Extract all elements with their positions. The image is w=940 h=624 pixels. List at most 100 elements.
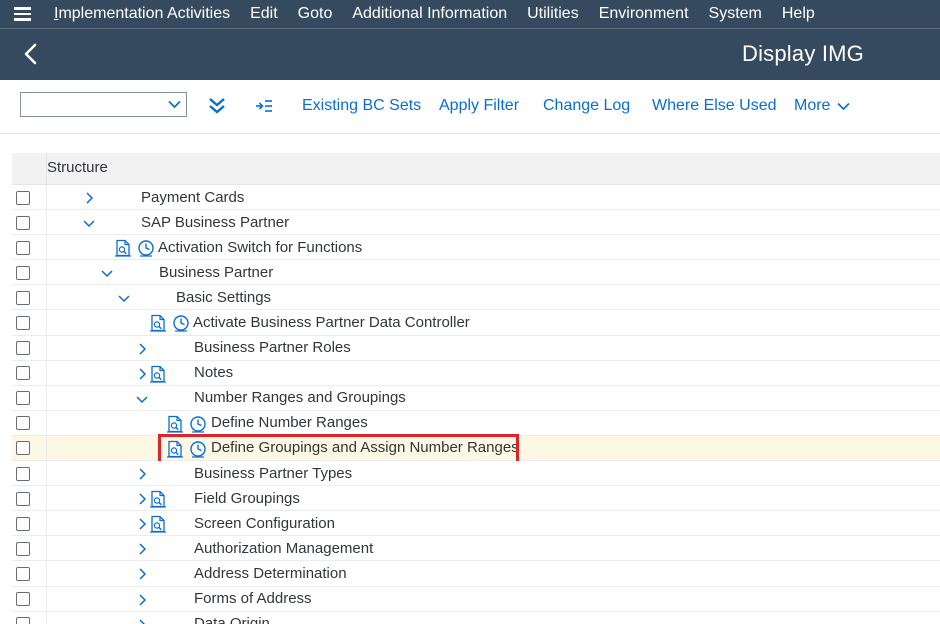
chevron-right-icon[interactable] bbox=[135, 367, 149, 381]
chevron-right-icon[interactable] bbox=[135, 492, 149, 506]
table-row[interactable]: Number Ranges and Groupings bbox=[12, 385, 940, 411]
table-row[interactable]: Data Origin bbox=[12, 611, 940, 624]
tree-node-label: Business Partner bbox=[159, 263, 274, 281]
tree-node[interactable]: Forms of Address bbox=[194, 587, 312, 611]
tree-node[interactable]: Activate Business Partner Data Controlle… bbox=[193, 310, 470, 334]
table-row[interactable]: SAP Business Partner bbox=[12, 210, 940, 236]
row-select-checkbox[interactable] bbox=[16, 541, 30, 556]
row-select-checkbox[interactable] bbox=[16, 315, 30, 330]
tree-node[interactable]: Data Origin bbox=[194, 612, 270, 624]
row-select-checkbox[interactable] bbox=[16, 366, 30, 381]
menu-environment[interactable]: Environment bbox=[589, 0, 699, 28]
menu-goto[interactable]: Goto bbox=[288, 0, 343, 28]
row-select-checkbox[interactable] bbox=[16, 566, 30, 581]
table-row[interactable]: Authorization Management bbox=[12, 536, 940, 562]
table-row[interactable]: Screen Configuration bbox=[12, 511, 940, 537]
table-row[interactable]: Field Groupings bbox=[12, 486, 940, 512]
chevron-down-icon[interactable] bbox=[135, 392, 149, 406]
tree-node[interactable]: Business Partner Types bbox=[194, 461, 352, 485]
documentation-icon[interactable] bbox=[149, 515, 167, 533]
execute-clock-icon[interactable] bbox=[172, 314, 190, 333]
menu-additional-information[interactable]: Additional Information bbox=[342, 0, 517, 28]
chevron-right-icon[interactable] bbox=[135, 618, 149, 624]
expand-all-icon[interactable] bbox=[208, 96, 226, 114]
documentation-icon[interactable] bbox=[149, 365, 167, 383]
tree-node[interactable]: Define Number Ranges bbox=[211, 411, 368, 435]
chevron-right-icon[interactable] bbox=[135, 542, 149, 556]
execute-clock-icon[interactable] bbox=[137, 239, 155, 257]
highlight-box bbox=[158, 433, 519, 464]
back-arrow-icon[interactable] bbox=[18, 41, 44, 67]
where-else-used-button[interactable]: Where Else Used bbox=[652, 97, 777, 115]
tree-node[interactable]: Business Partner bbox=[159, 260, 273, 284]
tree-node[interactable]: Authorization Management bbox=[194, 536, 373, 560]
table-row[interactable]: Notes bbox=[12, 360, 940, 386]
menu-help[interactable]: Help bbox=[772, 0, 825, 28]
table-row[interactable]: Business Partner bbox=[12, 260, 940, 286]
change-log-button[interactable]: Change Log bbox=[543, 97, 630, 115]
table-row[interactable]: Basic Settings bbox=[12, 285, 940, 311]
row-select-checkbox[interactable] bbox=[16, 516, 30, 531]
chevron-down-icon[interactable] bbox=[82, 216, 96, 230]
column-divider bbox=[46, 435, 47, 461]
tree-node[interactable]: Activation Switch for Functions bbox=[158, 235, 362, 259]
row-select-checkbox[interactable] bbox=[16, 341, 30, 356]
row-select-checkbox[interactable] bbox=[16, 617, 30, 624]
row-select-checkbox[interactable] bbox=[16, 190, 30, 205]
existing-bc-sets-button[interactable]: Existing BC Sets bbox=[302, 97, 421, 115]
row-select-checkbox[interactable] bbox=[16, 592, 30, 606]
menu-edit[interactable]: Edit bbox=[240, 0, 288, 28]
table-row[interactable]: Address Determination bbox=[12, 561, 940, 587]
row-select-checkbox[interactable] bbox=[16, 391, 30, 406]
documentation-icon[interactable] bbox=[149, 314, 167, 333]
chevron-right-icon[interactable] bbox=[135, 342, 149, 356]
chevron-down-icon[interactable] bbox=[117, 291, 131, 305]
row-select-checkbox[interactable] bbox=[16, 491, 30, 506]
table-row[interactable]: Activate Business Partner Data Controlle… bbox=[12, 310, 940, 336]
chevron-right-icon[interactable] bbox=[135, 467, 149, 481]
row-select-checkbox[interactable] bbox=[16, 441, 30, 456]
chevron-right-icon[interactable] bbox=[135, 567, 149, 581]
tree-node[interactable]: Business Partner Roles bbox=[194, 336, 351, 360]
apply-filter-button[interactable]: Apply Filter bbox=[439, 97, 519, 115]
row-select-checkbox[interactable] bbox=[16, 265, 30, 280]
row-select-checkbox[interactable] bbox=[16, 416, 30, 431]
menu-implementation-activities[interactable]: Implementation Activities bbox=[44, 0, 240, 28]
tree-node[interactable]: SAP Business Partner bbox=[141, 210, 289, 234]
column-header-structure[interactable]: Structure bbox=[46, 153, 108, 185]
documentation-icon[interactable] bbox=[114, 239, 132, 257]
position-cursor-icon[interactable] bbox=[255, 99, 273, 113]
more-button[interactable]: More bbox=[794, 97, 851, 115]
tree-node[interactable]: Screen Configuration bbox=[194, 511, 335, 535]
documentation-icon[interactable] bbox=[166, 415, 184, 433]
tree-node[interactable]: Notes bbox=[194, 361, 233, 385]
menu-system[interactable]: System bbox=[699, 0, 772, 28]
table-row[interactable]: Payment Cards bbox=[12, 185, 940, 211]
chevron-down-icon[interactable] bbox=[100, 266, 114, 280]
table-row[interactable]: Business Partner Types bbox=[12, 461, 940, 487]
menu-utilities[interactable]: Utilities bbox=[517, 0, 589, 28]
table-row[interactable]: Define Groupings and Assign Number Range… bbox=[12, 433, 940, 464]
row-select-checkbox[interactable] bbox=[16, 215, 30, 230]
row-select-checkbox[interactable] bbox=[16, 240, 30, 255]
execute-clock-icon[interactable] bbox=[189, 415, 207, 433]
column-header-label: Structure bbox=[47, 159, 108, 176]
tree-node[interactable]: Payment Cards bbox=[141, 185, 244, 209]
row-select-checkbox[interactable] bbox=[16, 290, 30, 305]
chevron-right-icon[interactable] bbox=[135, 593, 149, 607]
tree-node[interactable]: Number Ranges and Groupings bbox=[194, 386, 406, 410]
row-select-checkbox[interactable] bbox=[16, 466, 30, 481]
chevron-right-icon[interactable] bbox=[135, 517, 149, 531]
hamburger-menu-icon[interactable] bbox=[0, 0, 44, 28]
tree-node[interactable]: Field Groupings bbox=[194, 486, 300, 510]
table-row[interactable]: Business Partner Roles bbox=[12, 335, 940, 361]
table-row[interactable]: Forms of Address bbox=[12, 586, 940, 612]
table-row[interactable]: Define Number Ranges bbox=[12, 410, 940, 436]
tree-node[interactable]: Address Determination bbox=[194, 561, 347, 585]
documentation-icon[interactable] bbox=[149, 490, 167, 508]
chevron-right-icon[interactable] bbox=[82, 191, 96, 205]
more-button-label: More bbox=[794, 97, 831, 114]
tree-node[interactable]: Basic Settings bbox=[176, 285, 271, 309]
view-dropdown[interactable] bbox=[20, 92, 187, 117]
table-row[interactable]: Activation Switch for Functions bbox=[12, 235, 940, 261]
